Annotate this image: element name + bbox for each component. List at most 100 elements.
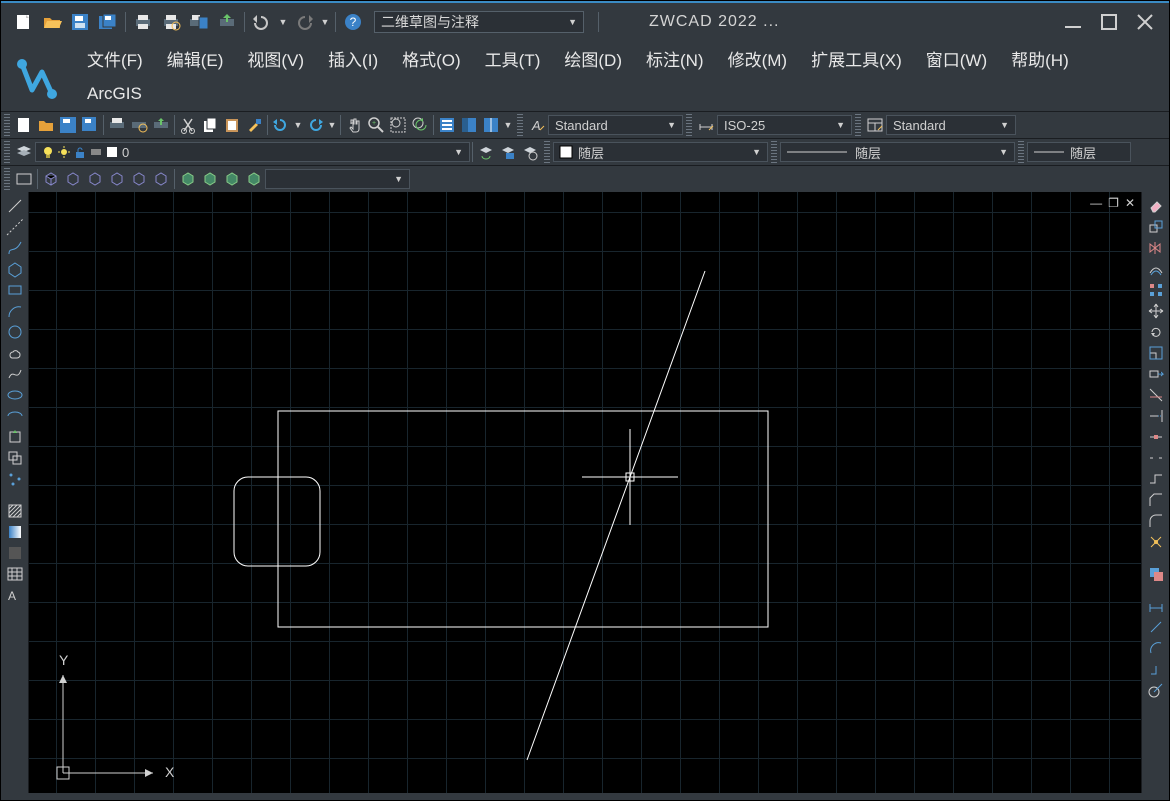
- table-style-icon[interactable]: [865, 115, 885, 135]
- new-icon[interactable]: [14, 115, 34, 135]
- point-icon[interactable]: [4, 469, 26, 489]
- save-all-icon[interactable]: [95, 11, 121, 33]
- erase-icon[interactable]: [1145, 196, 1167, 216]
- maximize-button[interactable]: [1101, 14, 1117, 30]
- table-icon[interactable]: [4, 564, 26, 584]
- publish-icon[interactable]: [151, 115, 171, 135]
- menu-window[interactable]: 窗口(W): [914, 42, 999, 75]
- zoom-previous-icon[interactable]: [410, 115, 430, 135]
- chamfer-icon[interactable]: [1145, 490, 1167, 510]
- palette-dd-icon[interactable]: ▼: [503, 115, 513, 135]
- polyline-icon[interactable]: [4, 238, 26, 258]
- save-icon[interactable]: [67, 11, 93, 33]
- lineweight-dropdown[interactable]: 随层: [1027, 142, 1131, 162]
- gradient-icon[interactable]: [4, 522, 26, 542]
- view-ne-iso-icon[interactable]: [222, 169, 242, 189]
- join-icon[interactable]: [1145, 469, 1167, 489]
- hatch-icon[interactable]: [4, 501, 26, 521]
- region-icon[interactable]: [4, 543, 26, 563]
- pan-icon[interactable]: [344, 115, 364, 135]
- design-center-icon[interactable]: [459, 115, 479, 135]
- copy-icon[interactable]: [200, 115, 220, 135]
- menu-tools[interactable]: 工具(T): [473, 42, 553, 75]
- help-icon[interactable]: ?: [340, 11, 366, 33]
- linetype-dropdown[interactable]: 随层 ▼: [780, 142, 1015, 162]
- explode-icon[interactable]: [1145, 532, 1167, 552]
- layer-manager-icon[interactable]: [14, 142, 34, 162]
- circle-icon[interactable]: [4, 322, 26, 342]
- menu-ext[interactable]: 扩展工具(X): [799, 42, 914, 75]
- dim-linear-icon[interactable]: [1145, 596, 1167, 616]
- view-top-icon[interactable]: [41, 169, 61, 189]
- polygon-icon[interactable]: [4, 259, 26, 279]
- zoom-window-icon[interactable]: [388, 115, 408, 135]
- new-icon[interactable]: [11, 11, 37, 33]
- fillet-icon[interactable]: [1145, 511, 1167, 531]
- print-icon[interactable]: [107, 115, 127, 135]
- spline-icon[interactable]: [4, 364, 26, 384]
- visual-style-dropdown[interactable]: ▼: [265, 169, 410, 189]
- view-front-icon[interactable]: [129, 169, 149, 189]
- undo-dropdown-icon[interactable]: ▼: [277, 11, 289, 33]
- text-style-icon[interactable]: A: [527, 115, 547, 135]
- cut-icon[interactable]: [178, 115, 198, 135]
- tool-palettes-icon[interactable]: [481, 115, 501, 135]
- mtext-icon[interactable]: A: [4, 585, 26, 605]
- match-prop-icon[interactable]: [244, 115, 264, 135]
- layer-state-icon[interactable]: [498, 142, 518, 162]
- layer-iso-icon[interactable]: [520, 142, 540, 162]
- make-block-icon[interactable]: [4, 448, 26, 468]
- move-icon[interactable]: [1145, 301, 1167, 321]
- mdi-minimize-icon[interactable]: —: [1090, 196, 1102, 210]
- view-left-icon[interactable]: [85, 169, 105, 189]
- undo-dd-icon[interactable]: ▼: [293, 115, 303, 135]
- print-preview-icon[interactable]: [129, 115, 149, 135]
- app-logo[interactable]: [1, 41, 75, 111]
- menu-dim[interactable]: 标注(N): [634, 42, 716, 75]
- construction-line-icon[interactable]: [4, 217, 26, 237]
- layer-previous-icon[interactable]: [476, 142, 496, 162]
- ellipse-icon[interactable]: [4, 385, 26, 405]
- menu-edit[interactable]: 编辑(E): [155, 42, 236, 75]
- close-button[interactable]: [1137, 14, 1153, 30]
- rotate-icon[interactable]: [1145, 322, 1167, 342]
- workspace-dropdown[interactable]: 二维草图与注释 ▼: [374, 11, 584, 33]
- stretch-icon[interactable]: [1145, 364, 1167, 384]
- draworder-icon[interactable]: [1145, 564, 1167, 584]
- drawing-canvas[interactable]: — ❐ ✕ X Y: [29, 192, 1141, 793]
- color-dropdown[interactable]: 随层 ▼: [553, 142, 768, 162]
- redo-icon[interactable]: [305, 115, 325, 135]
- view-bottom-icon[interactable]: [63, 169, 83, 189]
- ellipse-arc-icon[interactable]: [4, 406, 26, 426]
- view-se-iso-icon[interactable]: [200, 169, 220, 189]
- dim-ordinate-icon[interactable]: [1145, 659, 1167, 679]
- redo-dropdown-icon[interactable]: ▼: [319, 11, 331, 33]
- mdi-restore-icon[interactable]: ❐: [1108, 196, 1119, 210]
- offset-icon[interactable]: [1145, 259, 1167, 279]
- print-icon[interactable]: [130, 11, 156, 33]
- minimize-button[interactable]: [1065, 14, 1081, 30]
- scale-icon[interactable]: [1145, 343, 1167, 363]
- view-sw-iso-icon[interactable]: [178, 169, 198, 189]
- extend-icon[interactable]: [1145, 406, 1167, 426]
- rectangle-icon[interactable]: [4, 280, 26, 300]
- insert-block-icon[interactable]: [4, 427, 26, 447]
- dim-aligned-icon[interactable]: [1145, 617, 1167, 637]
- dim-arc-icon[interactable]: [1145, 638, 1167, 658]
- named-views-icon[interactable]: [14, 169, 34, 189]
- menu-file[interactable]: 文件(F): [75, 42, 155, 75]
- menu-help[interactable]: 帮助(H): [999, 42, 1081, 75]
- publish-icon[interactable]: [214, 11, 240, 33]
- view-nw-iso-icon[interactable]: [244, 169, 264, 189]
- mdi-close-icon[interactable]: ✕: [1125, 196, 1135, 210]
- copy-obj-icon[interactable]: [1145, 217, 1167, 237]
- menu-view[interactable]: 视图(V): [235, 42, 316, 75]
- zoom-realtime-icon[interactable]: +: [366, 115, 386, 135]
- redo-dd-icon[interactable]: ▼: [327, 115, 337, 135]
- mirror-icon[interactable]: [1145, 238, 1167, 258]
- properties-icon[interactable]: [437, 115, 457, 135]
- open-icon[interactable]: [39, 11, 65, 33]
- menu-insert[interactable]: 插入(I): [316, 42, 390, 75]
- menu-draw[interactable]: 绘图(D): [552, 42, 634, 75]
- open-icon[interactable]: [36, 115, 56, 135]
